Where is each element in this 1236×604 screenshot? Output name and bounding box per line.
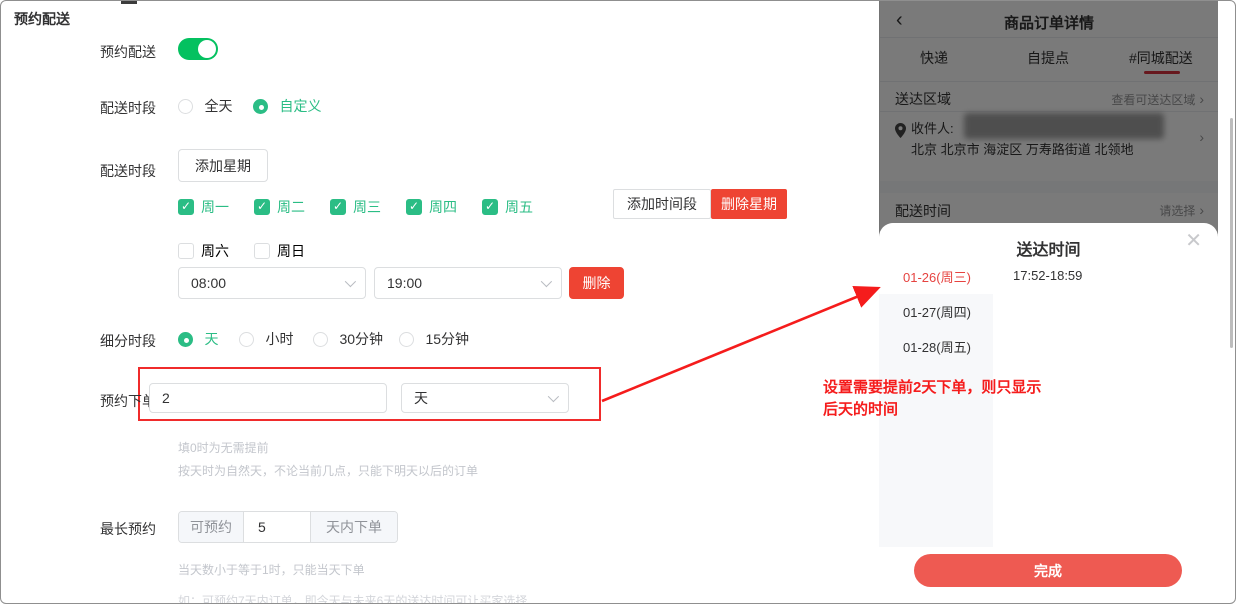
granularity-option-hour[interactable]: 小时 (239, 329, 293, 349)
radio-label: 天 (204, 331, 218, 347)
chevron-down-icon (345, 276, 356, 287)
advance-order-hint-zero: 填0时为无需提前 (178, 439, 269, 456)
checkbox-checked-icon (178, 199, 194, 215)
radio-selected-icon (178, 332, 193, 347)
granularity-option-30min[interactable]: 30分钟 (313, 329, 383, 349)
radio-label: 自定义 (279, 98, 321, 114)
chevron-down-icon (548, 391, 559, 402)
screen: 预约配送 预约配送 配送时段 全天 自定义 配送时段 添加星期 周一 周二 周三… (0, 0, 1236, 604)
radio-selected-icon (253, 99, 268, 114)
period-mode-option-custom[interactable]: 自定义 (253, 96, 321, 116)
reservation-toggle-label: 预约配送 (100, 42, 156, 62)
radio-icon (178, 99, 193, 114)
weekday-thu[interactable]: 周四 (406, 197, 457, 217)
checkbox-checked-icon (406, 199, 422, 215)
modal-backdrop[interactable] (879, 1, 1218, 237)
page-title: 预约配送 (14, 9, 70, 29)
weekday-label: 周二 (277, 199, 305, 215)
annotation-arrow-icon (596, 277, 890, 409)
window-edge-artifact (121, 1, 137, 4)
weekday-sat[interactable]: 周六 (178, 241, 229, 261)
weekday-label: 周六 (201, 243, 229, 259)
max-booking-group: 可预约 天内下单 (178, 511, 398, 543)
max-booking-hint-example: 如：可预约7天内订单，即今天与未来6天的送达时间可让买家选择 (178, 592, 527, 604)
week-schedule-label: 配送时段 (100, 161, 156, 181)
advance-order-label: 预约下单 (100, 391, 156, 411)
date-item[interactable]: 01-27(周四) (879, 294, 993, 329)
weekday-fri[interactable]: 周五 (482, 197, 533, 217)
time-end-select[interactable]: 19:00 (374, 267, 562, 299)
chevron-down-icon (541, 276, 552, 287)
advance-order-hint-day: 按天时为自然天，不论当前几点，只能下明天以后的订单 (178, 462, 478, 479)
radio-label: 全天 (204, 98, 232, 114)
advance-order-unit-select[interactable]: 天 (401, 383, 569, 413)
granularity-label: 细分时段 (100, 331, 156, 351)
max-booking-hint-one: 当天数小于等于1时，只能当天下单 (178, 561, 365, 578)
add-time-slot-button[interactable]: 添加时间段 (613, 189, 711, 219)
checkbox-icon (178, 243, 194, 259)
radio-label: 30分钟 (339, 331, 383, 347)
time-start-select[interactable]: 08:00 (178, 267, 366, 299)
weekday-mon[interactable]: 周一 (178, 197, 229, 217)
radio-label: 小时 (265, 331, 293, 347)
radio-icon (399, 332, 414, 347)
granularity-option-15min[interactable]: 15分钟 (399, 329, 469, 349)
time-start-value: 08:00 (191, 275, 345, 291)
time-end-value: 19:00 (387, 275, 541, 291)
checkbox-icon (254, 243, 270, 259)
checkbox-checked-icon (330, 199, 346, 215)
add-week-button[interactable]: 添加星期 (178, 149, 268, 182)
checkbox-checked-icon (254, 199, 270, 215)
weekday-tue[interactable]: 周二 (254, 197, 305, 217)
max-booking-prefix: 可预约 (179, 512, 243, 542)
weekday-label: 周三 (353, 199, 381, 215)
advance-order-input[interactable] (149, 383, 387, 413)
checkbox-checked-icon (482, 199, 498, 215)
weekday-sun[interactable]: 周日 (254, 241, 305, 261)
max-booking-suffix: 天内下单 (311, 512, 397, 542)
period-mode-label: 配送时段 (100, 98, 156, 118)
weekday-label: 周四 (429, 199, 457, 215)
radio-label: 15分钟 (425, 331, 469, 347)
max-booking-label: 最长预约 (100, 519, 156, 539)
modal-title: 送达时间 (879, 236, 1218, 260)
close-icon[interactable]: ✕ (1185, 231, 1202, 251)
date-item-selected[interactable]: 01-26(周三) (879, 259, 993, 294)
max-booking-input[interactable] (243, 512, 311, 542)
advance-order-unit-value: 天 (414, 388, 548, 408)
period-mode-option-allday[interactable]: 全天 (178, 96, 232, 116)
delete-week-button[interactable]: 删除星期 (711, 189, 787, 219)
date-item[interactable]: 01-28(周五) (879, 329, 993, 364)
granularity-option-day[interactable]: 天 (178, 329, 218, 349)
radio-icon (239, 332, 254, 347)
reservation-toggle[interactable] (178, 38, 218, 60)
weekday-wed[interactable]: 周三 (330, 197, 381, 217)
toggle-knob-icon (198, 40, 216, 58)
radio-icon (313, 332, 328, 347)
time-slot[interactable]: 17:52-18:59 (1013, 268, 1082, 283)
scrollbar-thumb[interactable] (1230, 118, 1233, 348)
weekday-label: 周一 (201, 199, 229, 215)
weekday-label: 周日 (277, 243, 305, 259)
weekday-label: 周五 (505, 199, 533, 215)
done-button[interactable]: 完成 (914, 554, 1182, 587)
